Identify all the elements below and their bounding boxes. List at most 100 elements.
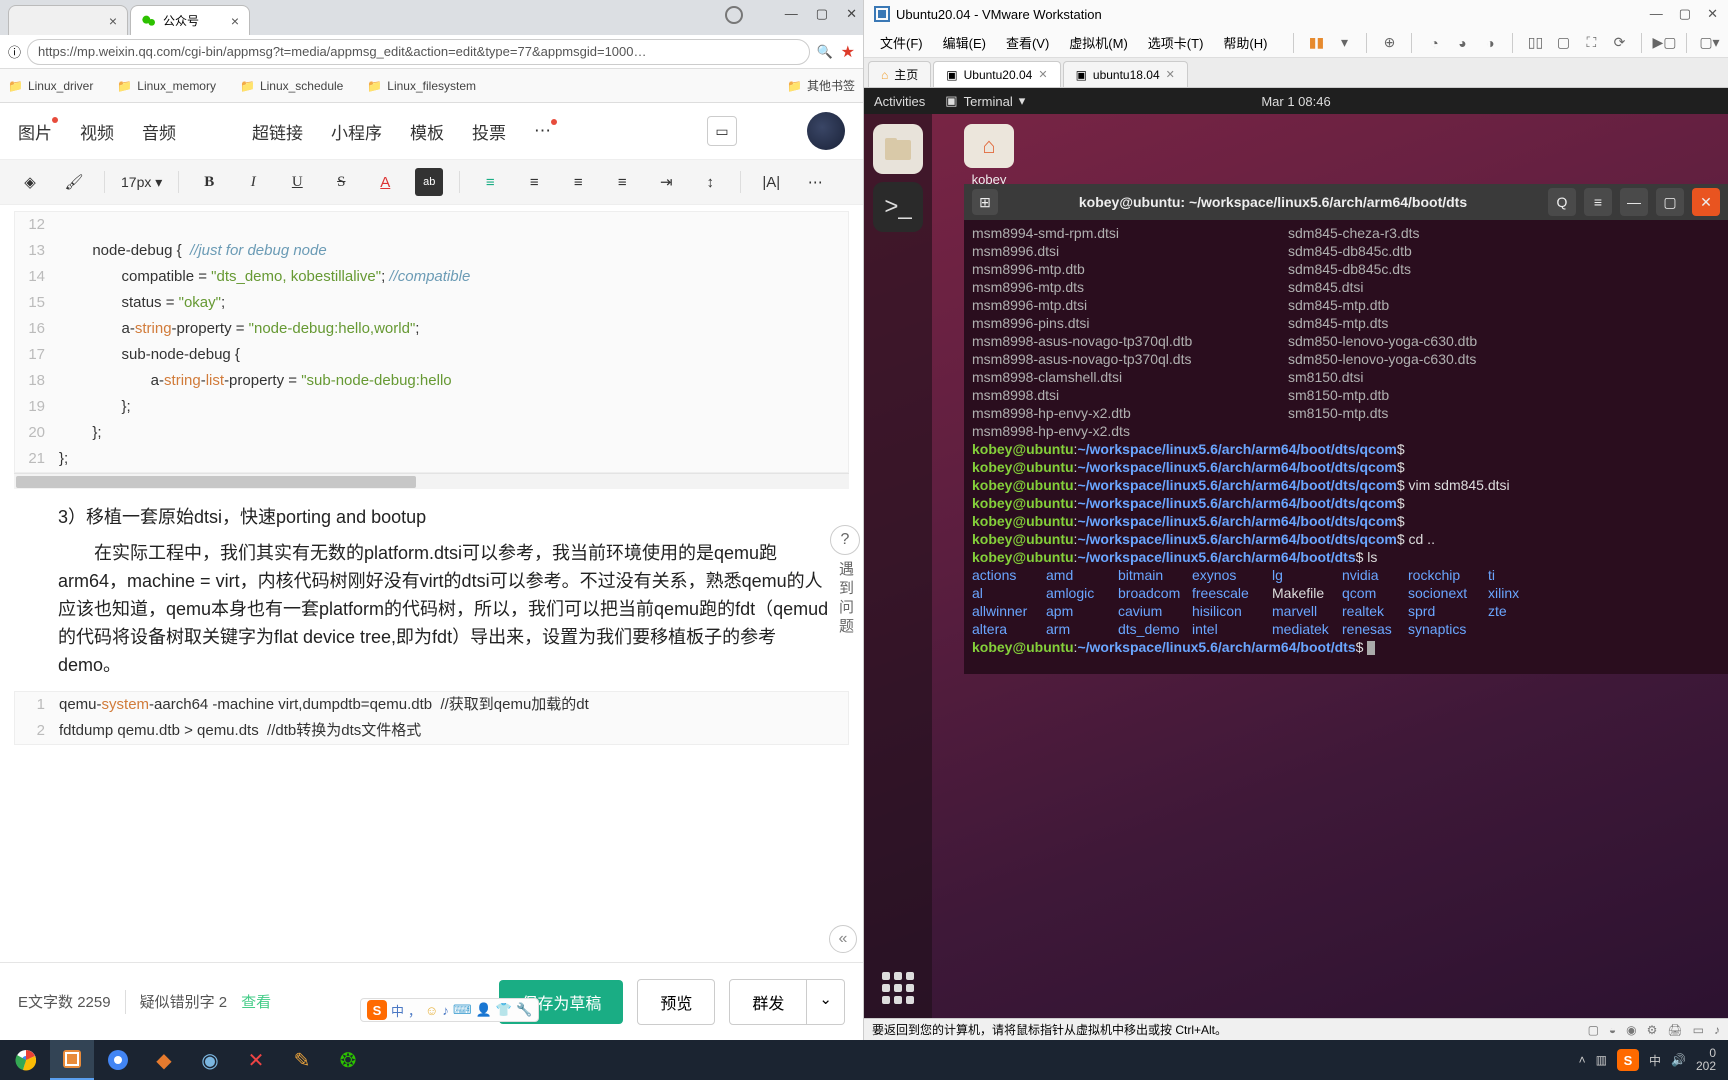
underline-button[interactable]: U xyxy=(283,168,311,196)
bookmark-linux-driver[interactable]: 📁Linux_driver xyxy=(8,79,93,93)
terminal-window[interactable]: ⊞ kobey@ubuntu: ~/workspace/linux5.6/arc… xyxy=(964,184,1728,674)
new-tab-icon[interactable]: ⊞ xyxy=(972,189,998,215)
close-icon[interactable]: ✕ xyxy=(1166,68,1175,81)
device-icon[interactable]: ▢ xyxy=(1588,1023,1599,1037)
appmenu-terminal[interactable]: ▣ Terminal ▾ xyxy=(945,93,1025,109)
editor-content[interactable]: 1213 node-debug { //just for debug node1… xyxy=(0,205,863,962)
menu-tabs[interactable]: 选项卡(T) xyxy=(1140,30,1212,55)
preview-mobile-icon[interactable]: ▭ xyxy=(707,116,737,146)
files-icon[interactable] xyxy=(873,124,923,174)
menu-vm[interactable]: 虚拟机(M) xyxy=(1061,30,1136,55)
ime-toolbar[interactable]: S 中，☺♪⌨👤👕🔧 xyxy=(360,998,539,1022)
insert-link[interactable]: 超链接 xyxy=(252,119,303,144)
app-icon[interactable]: ✕ xyxy=(234,1040,278,1080)
device-icon[interactable]: ◉ xyxy=(1626,1023,1636,1037)
console-icon[interactable]: ▶▢ xyxy=(1654,33,1674,53)
insert-miniprogram[interactable]: 小程序 xyxy=(331,119,382,144)
device-icon[interactable]: ⚙ xyxy=(1647,1023,1658,1037)
insert-audio[interactable]: 音频 xyxy=(142,119,176,144)
wechat-taskbar-icon[interactable]: ❂ xyxy=(326,1040,370,1080)
maximize-icon[interactable]: ▢ xyxy=(816,6,828,22)
chrome-tab-wechat[interactable]: 公众号 × xyxy=(130,5,250,35)
expand-icon[interactable]: « xyxy=(829,925,857,953)
pause-icon[interactable]: ▮▮ xyxy=(1306,33,1326,53)
insert-template[interactable]: 模板 xyxy=(410,119,444,144)
strike-button[interactable]: S xyxy=(327,168,355,196)
vm-tab-ubuntu20[interactable]: ▣Ubuntu20.04✕ xyxy=(933,61,1060,87)
snapshot-revert-icon[interactable]: ◑ xyxy=(1480,33,1500,53)
menu-edit[interactable]: 编辑(E) xyxy=(935,30,994,55)
insert-vote[interactable]: 投票 xyxy=(472,119,506,144)
align-center-icon[interactable]: ≡ xyxy=(520,168,548,196)
close-icon[interactable]: ✕ xyxy=(1692,188,1720,216)
bookmark-more[interactable]: 📁其他书签 xyxy=(787,77,855,94)
bookmark-linux-memory[interactable]: 📁Linux_memory xyxy=(117,79,216,93)
letterspacing-icon[interactable]: |A| xyxy=(757,168,785,196)
terminal-app-icon[interactable]: >_ xyxy=(873,182,923,232)
layout-icon[interactable]: ▯▯ xyxy=(1525,33,1545,53)
device-icon[interactable]: ◒ xyxy=(1609,1023,1616,1037)
stretch-icon[interactable]: ⟳ xyxy=(1609,33,1629,53)
insert-image[interactable]: 图片 xyxy=(18,119,52,144)
bold-button[interactable]: B xyxy=(195,168,223,196)
more-format-icon[interactable]: ⋯ xyxy=(801,168,829,196)
info-icon[interactable]: ⓘ xyxy=(8,42,21,61)
chrome-tab-blank[interactable]: × xyxy=(8,5,128,35)
publish-dropdown[interactable]: ⌄ xyxy=(807,979,845,1025)
app-icon[interactable]: ◆ xyxy=(142,1040,186,1080)
horizontal-scrollbar[interactable] xyxy=(14,473,849,489)
insert-video[interactable]: 视频 xyxy=(80,119,114,144)
chrome2-taskbar-icon[interactable] xyxy=(96,1040,140,1080)
more-icon[interactable]: ⋯ xyxy=(534,121,551,141)
vm-tab-home[interactable]: ⌂主页 xyxy=(868,61,931,87)
highlight-button[interactable]: ab xyxy=(415,168,443,196)
sogou-tray-icon[interactable]: S xyxy=(1617,1049,1639,1071)
maximize-icon[interactable]: ▢ xyxy=(1679,6,1691,22)
volume-icon[interactable]: 🔊 xyxy=(1671,1053,1686,1067)
library-icon[interactable]: ▢▾ xyxy=(1699,33,1719,53)
bookmark-linux-filesystem[interactable]: 📁Linux_filesystem xyxy=(367,79,476,93)
minimize-icon[interactable]: — xyxy=(785,6,798,22)
chevron-up-icon[interactable]: ˄ xyxy=(1579,1053,1586,1067)
help-icon[interactable]: ? xyxy=(830,525,860,555)
publish-button[interactable]: 群发 xyxy=(729,979,807,1025)
minimize-icon[interactable]: — xyxy=(1650,6,1663,22)
device-icon[interactable]: ▭ xyxy=(1693,1023,1704,1037)
show-apps-icon[interactable] xyxy=(878,968,918,1008)
align-justify-icon[interactable]: ≡ xyxy=(608,168,636,196)
indent-icon[interactable]: ⇥ xyxy=(652,168,680,196)
menu-view[interactable]: 查看(V) xyxy=(998,30,1057,55)
menu-file[interactable]: 文件(F) xyxy=(872,30,931,55)
close-icon[interactable]: ✕ xyxy=(1707,6,1718,22)
device-icon[interactable]: ♪ xyxy=(1714,1023,1720,1037)
fullscreen-icon[interactable]: ⛶ xyxy=(1581,33,1601,53)
clock[interactable]: Mar 1 08:46 xyxy=(1261,94,1330,109)
check-link[interactable]: 查看 xyxy=(241,991,271,1012)
ubuntu-desktop[interactable]: Activities ▣ Terminal ▾ Mar 1 08:46 >_ ⌂… xyxy=(864,88,1728,1018)
menu-icon[interactable]: ≡ xyxy=(1584,188,1612,216)
menu-help[interactable]: 帮助(H) xyxy=(1215,30,1275,55)
vmware-taskbar-icon[interactable] xyxy=(50,1040,94,1080)
bookmark-linux-schedule[interactable]: 📁Linux_schedule xyxy=(240,79,343,93)
avatar[interactable] xyxy=(807,112,845,150)
desktop-home-folder[interactable]: ⌂ kobey xyxy=(954,124,1024,187)
unity-icon[interactable]: ▢ xyxy=(1553,33,1573,53)
dropdown-icon[interactable]: ▾ xyxy=(1334,33,1354,53)
device-icon[interactable]: 🖨 xyxy=(1667,1023,1682,1037)
search-icon[interactable]: 🔍 xyxy=(816,44,832,60)
snapshot-mgr-icon[interactable]: ◕ xyxy=(1452,33,1472,53)
terminal-body[interactable]: msm8994-smd-rpm.dtsisdm845-cheza-r3.dtsm… xyxy=(964,220,1728,660)
close-icon[interactable]: × xyxy=(109,13,117,29)
system-tray[interactable]: ˄ ▥ S 中 🔊 0 202 xyxy=(1579,1047,1724,1073)
vm-tab-ubuntu18[interactable]: ▣ubuntu18.04✕ xyxy=(1063,61,1188,87)
ime-indicator[interactable]: 中 xyxy=(1649,1052,1661,1069)
format-painter-icon[interactable]: 🖌 xyxy=(60,168,88,196)
textcolor-button[interactable]: A xyxy=(371,168,399,196)
align-left-icon[interactable]: ≡ xyxy=(476,168,504,196)
close-icon[interactable]: × xyxy=(231,13,239,29)
snapshot-icon[interactable]: ◔ xyxy=(1424,33,1444,53)
align-right-icon[interactable]: ≡ xyxy=(564,168,592,196)
close-icon[interactable]: ✕ xyxy=(846,6,857,22)
help-sidebar[interactable]: ? 遇到问题 xyxy=(827,525,863,637)
app-icon[interactable]: ✎ xyxy=(280,1040,324,1080)
